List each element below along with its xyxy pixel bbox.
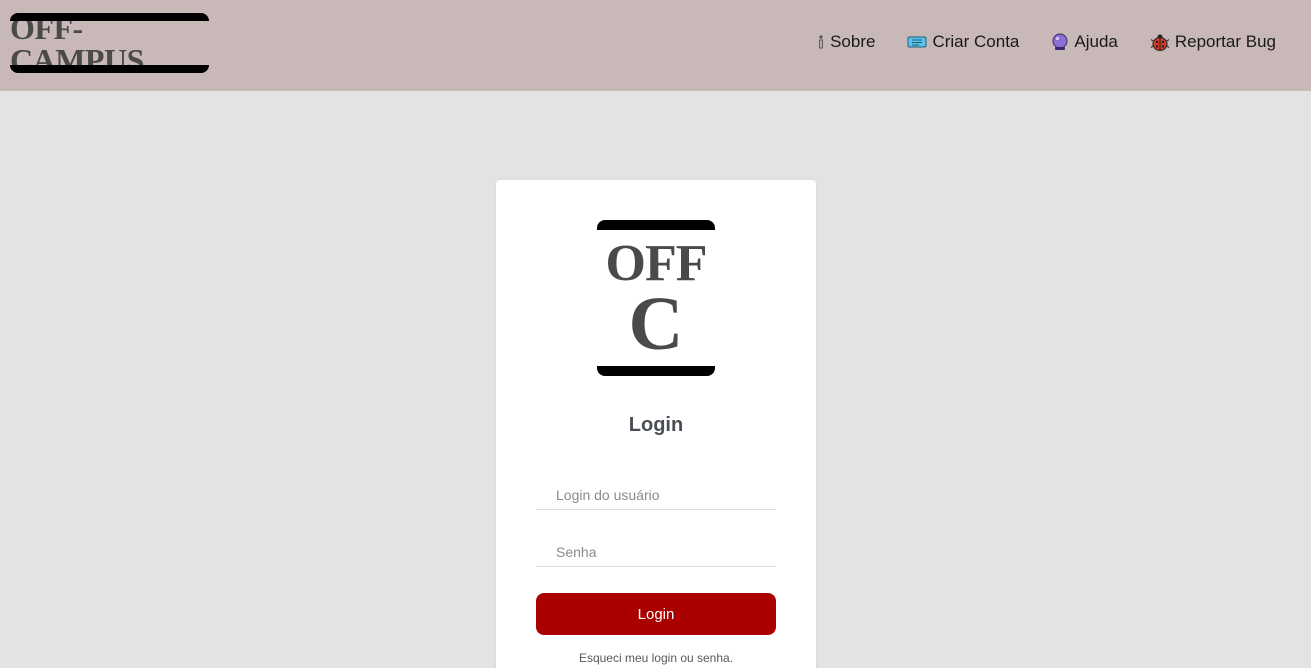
card-logo: OFF C — [597, 220, 715, 376]
nav-links: Sobre Criar Conta Ajuda Reportar Bug — [817, 30, 1276, 54]
crystal-ball-icon — [1051, 33, 1069, 51]
nav-link-criar-conta[interactable]: Criar Conta — [907, 30, 1019, 54]
brand-text: OFF-CAMPUS — [10, 9, 144, 78]
login-card: OFF C Login Login Esqueci meu login ou s… — [496, 180, 816, 668]
nav-link-ajuda[interactable]: Ajuda — [1051, 30, 1118, 54]
nav-link-sobre[interactable]: Sobre — [817, 30, 875, 54]
nav-link-label: Sobre — [830, 32, 876, 51]
nav-link-reportar-bug[interactable]: Reportar Bug — [1150, 30, 1276, 54]
login-button[interactable]: Login — [536, 593, 776, 635]
nav-link-label: Criar Conta — [932, 32, 1020, 51]
info-icon — [817, 34, 825, 50]
navbar: OFF-CAMPUS Sobre Criar Conta Ajuda Repor… — [0, 0, 1311, 91]
nav-link-label: Reportar Bug — [1174, 32, 1276, 51]
logo-bar-bottom — [597, 366, 715, 376]
logo-bar-top — [597, 220, 715, 230]
ladybug-icon — [1150, 32, 1170, 52]
login-title: Login — [628, 414, 684, 436]
username-input[interactable] — [536, 480, 776, 510]
password-input[interactable] — [536, 537, 776, 567]
ticket-icon — [907, 34, 927, 50]
forgot-password-link[interactable]: Esqueci meu login ou senha. — [496, 651, 816, 665]
nav-link-label: Ajuda — [1074, 32, 1118, 51]
logo-line2: C — [628, 282, 684, 366]
brand-logo[interactable]: OFF-CAMPUS — [10, 9, 209, 78]
